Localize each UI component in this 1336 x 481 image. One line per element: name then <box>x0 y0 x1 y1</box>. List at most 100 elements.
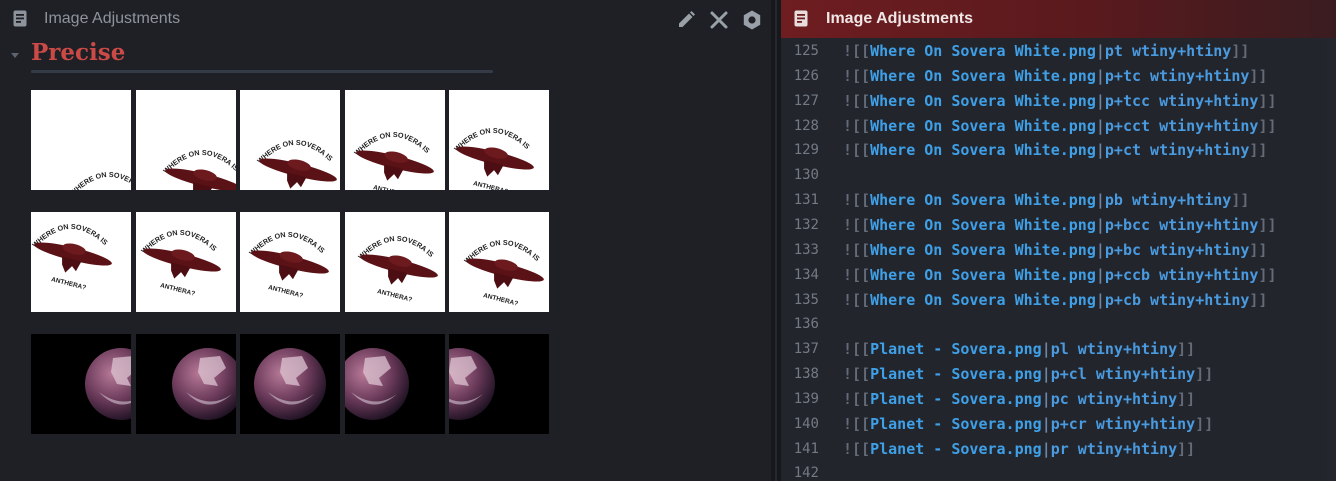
link-alias: p+ccb wtiny+htiny <box>1104 265 1259 284</box>
gear-icon <box>743 10 761 30</box>
svg-text:ANTHERA?: ANTHERA? <box>372 184 408 190</box>
code-line[interactable]: 137 ![[Planet - Sovera.png|pl wtiny+htiny… <box>781 338 1327 363</box>
embed-link: ![[Where On Sovera White.png|pb wtiny+ht… <box>843 191 1249 209</box>
link-open-bracket: ![[ <box>843 290 871 309</box>
link-pipe: | <box>1095 141 1105 160</box>
svg-text:ANTHERA?: ANTHERA? <box>267 284 303 299</box>
ufo-image-thumbnail[interactable]: WHERE ON SOVERA IS ANTHERA? <box>240 212 340 312</box>
code-line[interactable]: 127 ![[Where On Sovera White.png|p+tcc wt… <box>781 90 1327 115</box>
line-number: 135 <box>793 291 819 308</box>
link-pipe: | <box>1095 116 1105 135</box>
svg-text:WHERE ON SOVERA IS: WHERE ON SOVERA IS <box>68 170 131 190</box>
scrollbar[interactable] <box>1327 38 1336 481</box>
code-line[interactable]: 142 <box>781 462 1327 481</box>
planet-image-thumbnail[interactable] <box>31 334 131 434</box>
line-number: 140 <box>793 415 819 432</box>
chevron-down-icon[interactable] <box>9 49 21 61</box>
ufo-image-thumbnail[interactable]: WHERE ON SOVERA IS ANTHERA? <box>240 90 340 190</box>
link-open-bracket: ![[ <box>843 414 871 433</box>
preview-pane: Image Adjustments Precise WHERE ON SOVER… <box>0 0 771 481</box>
planet-image-thumbnail[interactable] <box>449 334 549 434</box>
close-button[interactable] <box>708 9 730 31</box>
image-row-bottom <box>31 334 554 434</box>
link-open-bracket: ![[ <box>843 191 871 210</box>
edit-button[interactable] <box>675 9 697 31</box>
link-alias: p+cl wtiny+htiny <box>1050 365 1196 384</box>
link-close-bracket: ]] <box>1249 66 1268 85</box>
link-filename: Where On Sovera White.png <box>870 66 1096 85</box>
link-close-bracket: ]] <box>1177 340 1196 359</box>
code-line[interactable]: 130 <box>781 164 1327 189</box>
ufo-image-thumbnail[interactable]: WHERE ON SOVERA IS ANTHERA? <box>344 90 445 190</box>
code-line[interactable]: 129 ![[Where On Sovera White.png|p+ct wti… <box>781 139 1327 164</box>
svg-text:ANTHERA?: ANTHERA? <box>159 282 195 297</box>
close-icon <box>710 11 728 29</box>
line-number: 137 <box>793 341 819 358</box>
ufo-image-thumbnail[interactable]: WHERE ON SOVERA IS ANTHERA? <box>449 90 549 190</box>
embed-link: ![[Where On Sovera White.png|p+bcc wtiny… <box>843 216 1277 234</box>
embed-link: ![[Planet - Sovera.png|p+cl wtiny+htiny]… <box>843 365 1213 383</box>
planet-image-thumbnail[interactable] <box>240 334 340 434</box>
image-row-middle: WHERE ON SOVERA IS ANTHERA? WHERE ON SOV… <box>31 212 554 312</box>
code-line[interactable]: 128 ![[Where On Sovera White.png|p+cct wt… <box>781 115 1327 140</box>
code-line[interactable]: 134 ![[Where On Sovera White.png|p+ccb wt… <box>781 264 1327 289</box>
link-alias: p+tcc wtiny+htiny <box>1104 91 1259 110</box>
svg-text:ANTHERA?: ANTHERA? <box>376 288 412 303</box>
embed-link: ![[Where On Sovera White.png|p+bc wtiny+… <box>843 241 1267 259</box>
code-line[interactable]: 138 ![[Planet - Sovera.png|p+cl wtiny+hti… <box>781 363 1327 388</box>
link-close-bracket: ]] <box>1249 141 1268 160</box>
link-alias: pb wtiny+htiny <box>1104 191 1232 210</box>
link-open-bracket: ![[ <box>843 42 871 60</box>
link-open-bracket: ![[ <box>843 265 871 284</box>
embed-link: ![[Where On Sovera White.png|pt wtiny+ht… <box>843 42 1249 60</box>
link-close-bracket: ]] <box>1258 215 1277 234</box>
embed-link: ![[Planet - Sovera.png|p+cr wtiny+htiny]… <box>843 415 1213 433</box>
line-number: 134 <box>793 266 819 283</box>
pane-splitter[interactable] <box>771 0 781 481</box>
code-line[interactable]: 141 ![[Planet - Sovera.png|pr wtiny+htiny… <box>781 438 1327 463</box>
line-number: 141 <box>793 440 819 457</box>
link-close-bracket: ]] <box>1258 265 1277 284</box>
ufo-image-thumbnail[interactable]: WHERE ON SOVERA IS ANTHERA? <box>31 90 131 190</box>
planet-image-thumbnail[interactable] <box>344 334 445 434</box>
code-line[interactable]: 140 ![[Planet - Sovera.png|p+cr wtiny+hti… <box>781 413 1327 438</box>
code-line[interactable]: 139 ![[Planet - Sovera.png|pc wtiny+htiny… <box>781 388 1327 413</box>
link-alias: p+cr wtiny+htiny <box>1050 414 1196 433</box>
ufo-image-thumbnail[interactable]: WHERE ON SOVERA IS ANTHERA? <box>449 212 549 312</box>
link-close-bracket: ]] <box>1249 240 1268 259</box>
line-number: 131 <box>793 192 819 209</box>
line-number: 136 <box>793 316 819 333</box>
code-line[interactable]: 131 ![[Where On Sovera White.png|pb wtiny… <box>781 189 1327 214</box>
embed-link: ![[Where On Sovera White.png|p+cct wtiny… <box>843 117 1277 135</box>
code-line[interactable]: 126 ![[Where On Sovera White.png|p+tc wti… <box>781 65 1327 90</box>
ufo-image-thumbnail[interactable]: WHERE ON SOVERA IS ANTHERA? <box>135 212 236 312</box>
link-pipe: | <box>1095 42 1105 60</box>
editor-header[interactable]: Image Adjustments <box>781 0 1336 38</box>
ufo-image-thumbnail[interactable]: WHERE ON SOVERA IS ANTHERA? <box>31 212 131 312</box>
link-filename: Planet - Sovera.png <box>870 340 1042 359</box>
code-line[interactable]: 136 <box>781 313 1327 338</box>
link-filename: Planet - Sovera.png <box>870 389 1042 408</box>
code-line[interactable]: 132 ![[Where On Sovera White.png|p+bcc wt… <box>781 214 1327 239</box>
ufo-image-thumbnail[interactable]: WHERE ON SOVERA IS ANTHERA? <box>135 90 236 190</box>
link-alias: pc wtiny+htiny <box>1050 389 1178 408</box>
embed-link: ![[Where On Sovera White.png|p+cb wtiny+… <box>843 291 1267 309</box>
line-number: 132 <box>793 216 819 233</box>
planet-image-thumbnail[interactable] <box>135 334 236 434</box>
settings-button[interactable] <box>741 9 763 31</box>
link-filename: Where On Sovera White.png <box>870 116 1096 135</box>
code-editor[interactable]: 125 ![[Where On Sovera White.png|pt wtiny… <box>781 40 1327 481</box>
link-open-bracket: ![[ <box>843 66 871 85</box>
document-icon <box>13 10 27 27</box>
embed-link: ![[Planet - Sovera.png|pl wtiny+htiny]] <box>843 340 1195 358</box>
link-open-bracket: ![[ <box>843 215 871 234</box>
svg-text:ANTHERA?: ANTHERA? <box>472 180 508 190</box>
code-line[interactable]: 135 ![[Where On Sovera White.png|p+cb wti… <box>781 289 1327 314</box>
link-pipe: | <box>1041 389 1051 408</box>
ufo-image-thumbnail[interactable]: WHERE ON SOVERA IS ANTHERA? <box>344 212 445 312</box>
code-line[interactable]: 133 ![[Where On Sovera White.png|p+bc wti… <box>781 239 1327 264</box>
code-line[interactable]: 125 ![[Where On Sovera White.png|pt wtiny… <box>781 40 1327 65</box>
line-number: 139 <box>793 390 819 407</box>
link-filename: Where On Sovera White.png <box>870 215 1096 234</box>
line-number: 130 <box>793 167 819 184</box>
